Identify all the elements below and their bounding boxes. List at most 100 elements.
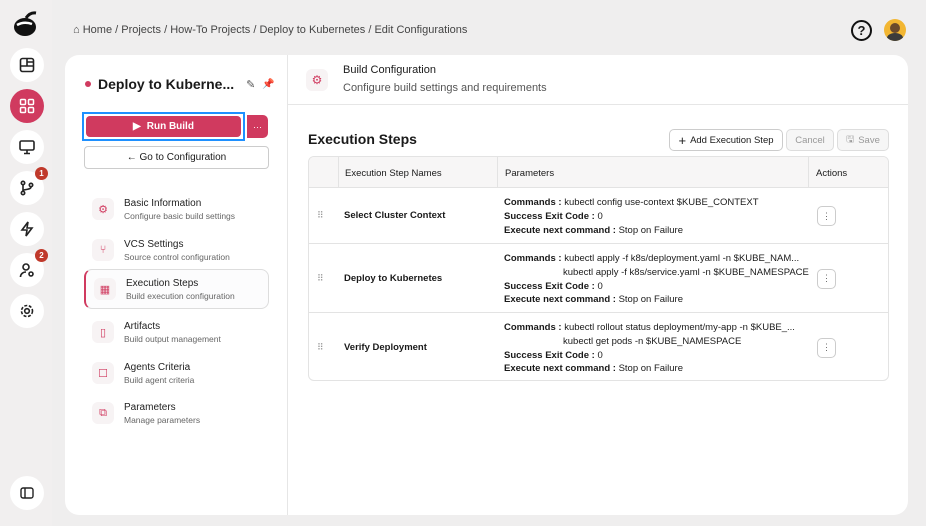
drag-handle-icon[interactable]: ⠿ (317, 210, 324, 221)
drag-handle-icon[interactable]: ⠿ (317, 342, 324, 353)
plus-icon: + (678, 132, 687, 148)
save-icon: 🖫 (846, 134, 855, 145)
nav-subtitle: Source control configuration (124, 251, 230, 262)
play-icon: ▶ (133, 121, 141, 132)
nav-title: Basic Information (124, 197, 202, 209)
step-parameters: Commands : kubectl apply -f k8s/deployme… (504, 252, 809, 307)
command: kubectl rollout status deployment/my-app… (564, 322, 795, 333)
save-button[interactable]: 🖫 Save (837, 129, 889, 151)
command: kubectl get pods -n $KUBE_NAMESPACE (563, 335, 742, 347)
nav-item[interactable]: ☐ Agents Criteria Build agent criteria (84, 353, 269, 393)
status-dot (85, 81, 91, 87)
rail-vcs[interactable]: 1 (10, 167, 48, 205)
project-title: Deploy to Kuberne... ✎ 📌 (85, 76, 275, 92)
row-actions-button[interactable]: ⋮ (817, 206, 836, 226)
nav-title: VCS Settings (124, 238, 184, 250)
agent-icon: ☐ (92, 362, 114, 384)
nav-title: Agents Criteria (124, 361, 191, 373)
exit-code: 0 (597, 349, 603, 361)
nav-item[interactable]: ▯ Artifacts Build output management (84, 312, 269, 352)
page-title: Build Configuration (343, 64, 436, 76)
user-settings-icon (19, 263, 34, 278)
breadcrumb-howto[interactable]: How-To Projects (170, 24, 250, 36)
rail-triggers[interactable] (10, 212, 44, 246)
gear-icon: ⚙ (92, 198, 114, 220)
run-build-label: Run Build (146, 121, 194, 132)
help-icon[interactable]: ? (851, 19, 872, 41)
add-execution-step-button[interactable]: + Add Execution Step (669, 129, 783, 151)
nav-item[interactable]: ⧉ Parameters Manage parameters (84, 393, 269, 433)
monitor-icon (19, 140, 35, 155)
collapse-sidebar-button[interactable] (10, 476, 44, 510)
exit-code: 0 (597, 210, 603, 222)
command: kubectl apply -f k8s/service.yaml -n $KU… (563, 266, 809, 278)
table-row: ⠿ Verify Deployment Commands : kubectl r… (309, 313, 888, 380)
avatar[interactable] (884, 19, 906, 41)
go-to-configuration-button[interactable]: ← Go to Configuration (84, 146, 269, 169)
table-header: Execution Step Names Parameters Actions (309, 157, 888, 188)
step-parameters: Commands : kubectl config use-context $K… (504, 196, 759, 237)
sidebar-icon (20, 487, 34, 499)
drag-handle-icon[interactable]: ⠿ (317, 273, 324, 284)
next-command-label: Execute next command : (504, 363, 616, 375)
vcs-badge: 1 (35, 167, 48, 180)
commands-label: Commands : (504, 253, 562, 264)
next-command-label: Execute next command : (504, 224, 616, 236)
col-step-names: Execution Step Names (345, 168, 442, 179)
rail-dashboard[interactable] (10, 48, 44, 82)
breadcrumb-project[interactable]: Deploy to Kubernetes (259, 24, 365, 36)
execution-steps-table: Execution Step Names Parameters Actions … (308, 156, 889, 381)
rail-users[interactable]: 2 (10, 249, 48, 287)
nav-title: Artifacts (124, 320, 161, 332)
gear-icon: ⚙ (306, 69, 328, 91)
separator: / (368, 24, 372, 36)
table-row: ⠿ Deploy to Kubernetes Commands : kubect… (309, 244, 888, 313)
page-subtitle: Configure build settings and requirement… (343, 82, 547, 94)
gear-icon (20, 304, 34, 318)
step-parameters: Commands : kubectl rollout status deploy… (504, 321, 795, 376)
exit-code-label: Success Exit Code : (504, 210, 595, 222)
exit-code: 0 (597, 280, 603, 292)
breadcrumb-projects[interactable]: Projects (121, 24, 161, 36)
cancel-button[interactable]: Cancel (786, 129, 834, 151)
nav-item[interactable]: ⑂ VCS Settings Source control configurati… (84, 230, 269, 270)
home-icon: ⌂ (73, 24, 80, 36)
file-icon: ▯ (92, 321, 114, 343)
layout-icon (19, 57, 35, 73)
pin-icon[interactable]: 📌 (262, 79, 274, 90)
separator: / (253, 24, 257, 36)
nav-subtitle: Build output management (124, 333, 221, 344)
nav-title: Execution Steps (126, 277, 199, 289)
rail-agents[interactable] (10, 130, 44, 164)
rail-projects[interactable] (10, 89, 44, 123)
nav-item[interactable]: ⚙ Basic Information Configure basic build… (84, 189, 269, 229)
grid-icon (19, 98, 35, 114)
command: kubectl config use-context $KUBE_CONTEXT (564, 197, 759, 208)
left-rail: 1 2 (0, 0, 52, 526)
next-command: Stop on Failure (618, 363, 683, 375)
logo-icon[interactable] (12, 10, 40, 38)
branch-icon: ⑂ (92, 239, 114, 261)
kebab-icon: ⋮ (822, 273, 831, 283)
table-row: ⠿ Select Cluster Context Commands : kube… (309, 188, 888, 244)
nav-item[interactable]: ▦ Execution Steps Build execution configu… (84, 269, 269, 309)
config-sidebar: Deploy to Kuberne... ✎ 📌 ▶ Run Build ··· … (65, 55, 288, 515)
breadcrumb-home[interactable]: Home (83, 24, 112, 36)
rail-settings[interactable] (10, 294, 44, 328)
exit-code-label: Success Exit Code : (504, 280, 595, 292)
next-command: Stop on Failure (618, 224, 683, 236)
branch-icon (20, 180, 34, 196)
more-options-button[interactable]: ··· (247, 115, 268, 138)
commands-label: Commands : (504, 322, 562, 333)
separator: / (164, 24, 168, 36)
edit-icon[interactable]: ✎ (246, 78, 255, 91)
row-actions-button[interactable]: ⋮ (817, 268, 836, 289)
col-parameters: Parameters (505, 168, 555, 179)
run-build-button[interactable]: ▶ Run Build (86, 116, 241, 137)
nav-subtitle: Build agent criteria (124, 374, 195, 385)
row-actions-button[interactable]: ⋮ (817, 337, 836, 358)
nav-subtitle: Manage parameters (124, 414, 201, 425)
col-actions: Actions (816, 168, 848, 179)
command: kubectl apply -f k8s/deployment.yaml -n … (564, 253, 800, 264)
blocks-icon: ▦ (94, 278, 116, 300)
